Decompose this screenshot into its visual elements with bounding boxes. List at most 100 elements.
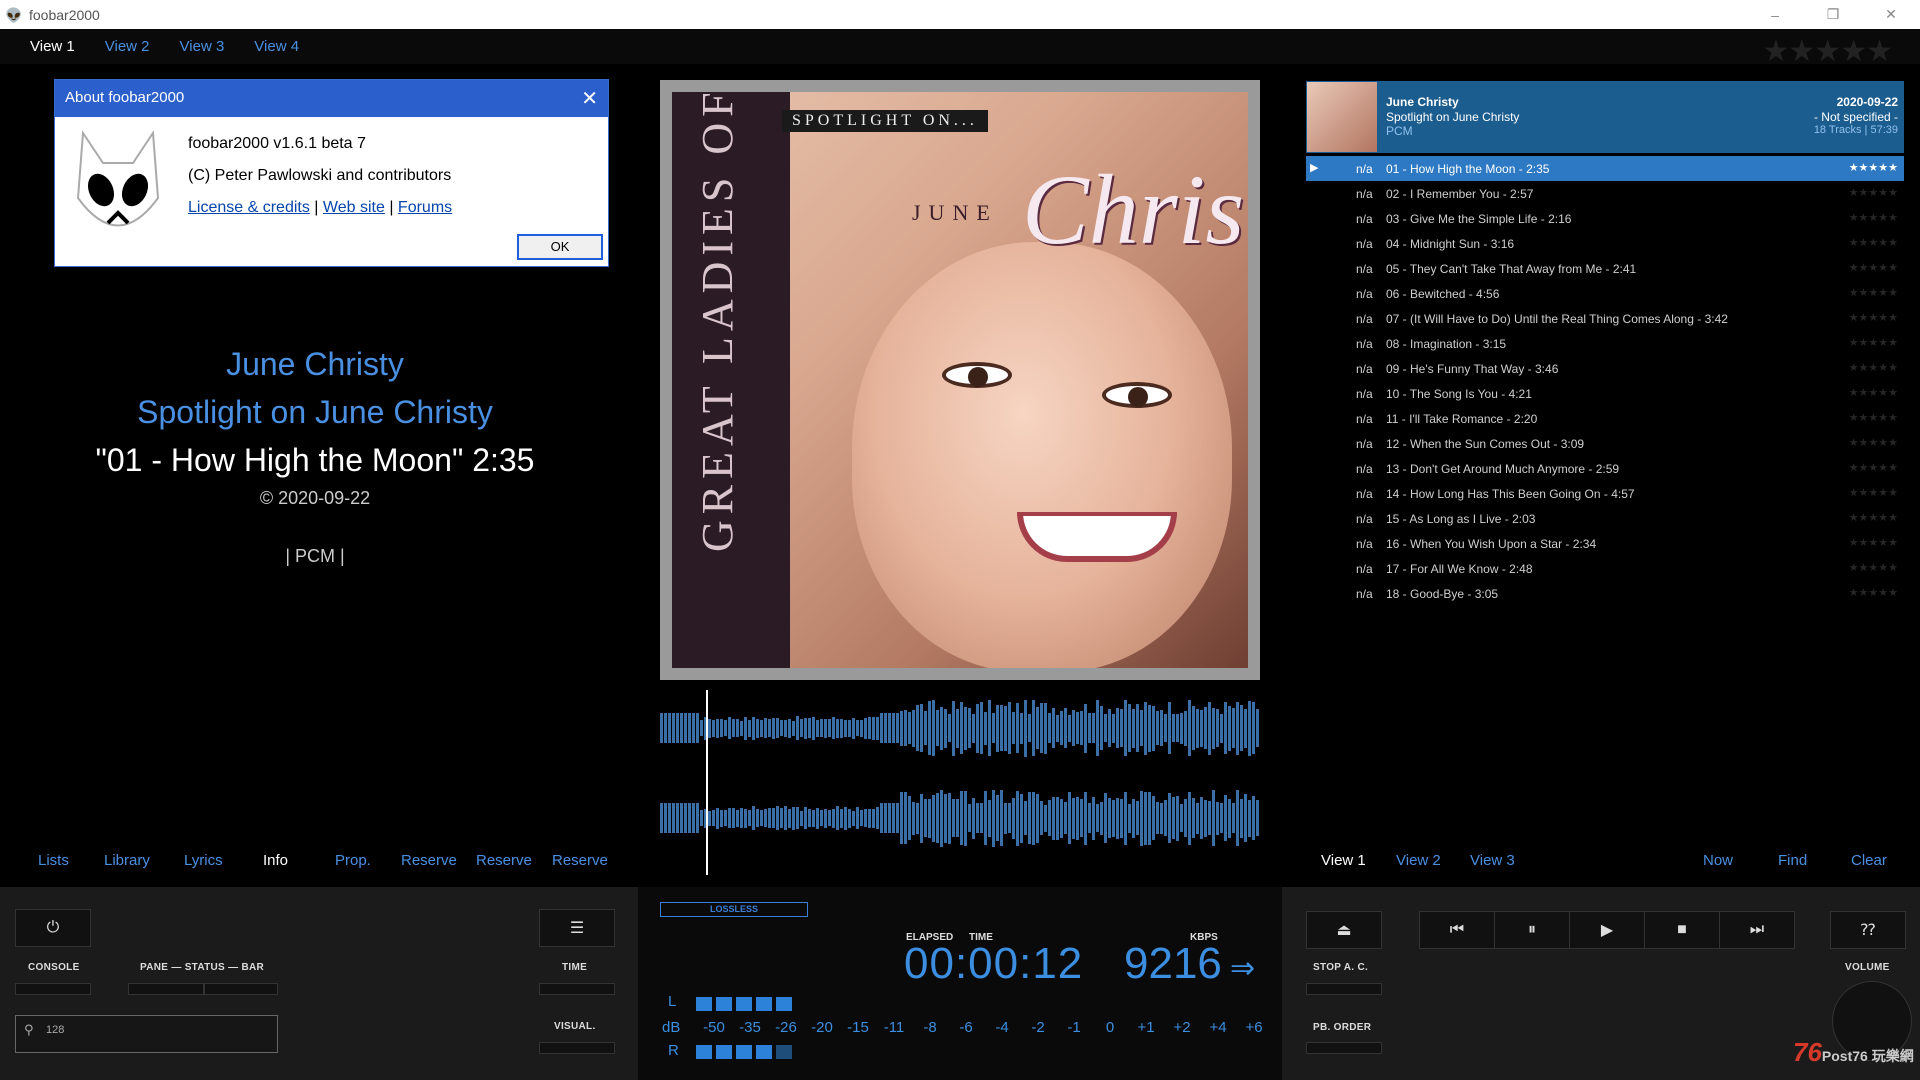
waveform-seekbar[interactable]	[660, 690, 1260, 875]
tab-reserve-1[interactable]: Reserve	[401, 852, 457, 869]
playlist-row-title: 07 - (It Will Have to Do) Until the Real…	[1386, 312, 1728, 326]
tab-view-3[interactable]: View 3	[180, 38, 225, 55]
console-toggle[interactable]	[15, 983, 91, 995]
close-button[interactable]: ✕	[1862, 0, 1920, 29]
pane-toggle[interactable]	[128, 983, 204, 995]
status-bar-toggle[interactable]	[204, 983, 278, 995]
tab-right-view-2[interactable]: View 2	[1396, 852, 1441, 869]
playlist-row[interactable]: n/a 18 - Good-Bye - 3:05 ★★★★★	[1306, 581, 1904, 606]
playlist-row[interactable]: n/a 05 - They Can't Take That Away from M…	[1306, 256, 1904, 281]
search-input[interactable]: ⚲ 128	[15, 1015, 278, 1053]
control-bar: ⏻ CONSOLE PANE — STATUS — BAR ⚲ 128 ☰ TI…	[0, 887, 1920, 1080]
tab-right-view-3[interactable]: View 3	[1470, 852, 1515, 869]
playlist-row[interactable]: n/a 14 - How Long Has This Been Going On …	[1306, 481, 1904, 506]
tab-reserve-2[interactable]: Reserve	[476, 852, 532, 869]
rating-stars[interactable]: ★★★★★	[1849, 311, 1898, 324]
playlist-row[interactable]: n/a 06 - Bewitched - 4:56 ★★★★★	[1306, 281, 1904, 306]
foobar-window: 👽 foobar2000 – ❐ ✕ View 1 View 2 View 3 …	[0, 0, 1920, 1080]
playlist-group-header[interactable]: June Christy Spotlight on June Christy P…	[1306, 81, 1904, 153]
now-button[interactable]: Now	[1703, 852, 1733, 869]
find-button[interactable]: Find	[1778, 852, 1807, 869]
playlist-row[interactable]: n/a 07 - (It Will Have to Do) Until the R…	[1306, 306, 1904, 331]
waveform-bar	[1048, 800, 1051, 836]
tab-lyrics[interactable]: Lyrics	[184, 852, 223, 869]
stop-icon: ■	[1677, 921, 1687, 938]
left-panel-tabs: Lists Library Lyrics Info Prop. Reserve …	[0, 852, 640, 874]
rating-stars[interactable]: ★★★★★	[1849, 211, 1898, 224]
tab-info[interactable]: Info	[263, 852, 288, 869]
license-credits-link[interactable]: License & credits	[188, 199, 310, 216]
playlist-row[interactable]: n/a 02 - I Remember You - 2:57 ★★★★★	[1306, 181, 1904, 206]
ok-button[interactable]: OK	[517, 234, 603, 260]
tab-view-1[interactable]: View 1	[30, 38, 75, 55]
rating-stars[interactable]: ★★★★★	[1849, 361, 1898, 374]
restore-button[interactable]: ❐	[1804, 0, 1862, 29]
about-close-button[interactable]: ✕	[581, 86, 598, 111]
rating-stars[interactable]: ★★★★★	[1763, 34, 1893, 69]
website-link[interactable]: Web site	[323, 199, 385, 216]
waveform-bar	[760, 810, 763, 826]
db-scale-tick: -4	[995, 1019, 1009, 1036]
rating-stars[interactable]: ★★★★★	[1849, 261, 1898, 274]
stop-after-current-toggle[interactable]	[1306, 983, 1382, 995]
meter-left-bar	[696, 997, 796, 1011]
play-button[interactable]: ▶	[1569, 911, 1645, 949]
tab-right-view-1[interactable]: View 1	[1321, 852, 1366, 869]
rating-stars[interactable]: ★★★★★	[1849, 461, 1898, 474]
rating-stars[interactable]: ★★★★★	[1849, 236, 1898, 249]
rating-stars[interactable]: ★★★★★	[1849, 511, 1898, 524]
rating-stars[interactable]: ★★★★★	[1849, 536, 1898, 549]
meter-segment	[736, 1045, 752, 1059]
playlist-row[interactable]: n/a 11 - I'll Take Romance - 2:20 ★★★★★	[1306, 406, 1904, 431]
rating-stars[interactable]: ★★★★★	[1849, 411, 1898, 424]
waveform-bar	[716, 807, 719, 829]
bitrate-value: 9216	[1124, 939, 1222, 988]
menu-button[interactable]: ☰	[539, 909, 615, 947]
help-button[interactable]: ⁇	[1830, 911, 1906, 949]
playlist-row[interactable]: n/a 09 - He's Funny That Way - 3:46 ★★★★★	[1306, 356, 1904, 381]
power-button[interactable]: ⏻	[15, 909, 91, 947]
playlist-row[interactable]: n/a 16 - When You Wish Upon a Star - 2:34…	[1306, 531, 1904, 556]
rating-stars[interactable]: ★★★★★	[1849, 561, 1898, 574]
waveform-bar	[672, 713, 675, 743]
rating-stars[interactable]: ★★★★★	[1849, 386, 1898, 399]
previous-button[interactable]: ⏮	[1419, 911, 1495, 949]
playlist-row[interactable]: n/a 12 - When the Sun Comes Out - 3:09 ★★★…	[1306, 431, 1904, 456]
playback-order-toggle[interactable]	[1306, 1042, 1382, 1054]
rating-stars[interactable]: ★★★★★	[1849, 286, 1898, 299]
rating-stars[interactable]: ★★★★★	[1849, 161, 1898, 174]
playlist-row[interactable]: ▶ n/a 01 - How High the Moon - 2:35 ★★★★★	[1306, 156, 1904, 181]
visual-toggle[interactable]	[539, 1042, 615, 1054]
waveform-bar	[804, 807, 807, 829]
rating-stars[interactable]: ★★★★★	[1849, 436, 1898, 449]
playback-cursor[interactable]	[706, 690, 708, 875]
tab-view-4[interactable]: View 4	[254, 38, 299, 55]
next-button[interactable]: ⏭	[1719, 911, 1795, 949]
playlist-row[interactable]: n/a 17 - For All We Know - 2:48 ★★★★★	[1306, 556, 1904, 581]
tab-library[interactable]: Library	[104, 852, 150, 869]
minimize-button[interactable]: –	[1746, 0, 1804, 29]
playlist-row[interactable]: n/a 15 - As Long as I Live - 2:03 ★★★★★	[1306, 506, 1904, 531]
eject-button[interactable]: ⏏	[1306, 911, 1382, 949]
rating-stars[interactable]: ★★★★★	[1849, 186, 1898, 199]
time-toggle[interactable]	[539, 983, 615, 995]
stop-button[interactable]: ■	[1644, 911, 1720, 949]
waveform-bar	[864, 809, 867, 827]
playlist-row[interactable]: n/a 10 - The Song Is You - 4:21 ★★★★★	[1306, 381, 1904, 406]
playlist-row[interactable]: n/a 08 - Imagination - 3:15 ★★★★★	[1306, 331, 1904, 356]
tab-view-2[interactable]: View 2	[105, 38, 150, 55]
waveform-bar	[1000, 705, 1003, 751]
db-scale-tick: +6	[1245, 1019, 1263, 1036]
rating-stars[interactable]: ★★★★★	[1849, 486, 1898, 499]
playlist-row[interactable]: n/a 13 - Don't Get Around Much Anymore - …	[1306, 456, 1904, 481]
tab-lists[interactable]: Lists	[38, 852, 69, 869]
playlist-row[interactable]: n/a 04 - Midnight Sun - 3:16 ★★★★★	[1306, 231, 1904, 256]
tab-prop[interactable]: Prop.	[335, 852, 371, 869]
tab-reserve-3[interactable]: Reserve	[552, 852, 608, 869]
rating-stars[interactable]: ★★★★★	[1849, 586, 1898, 599]
clear-button[interactable]: Clear	[1851, 852, 1887, 869]
forums-link[interactable]: Forums	[398, 199, 452, 216]
pause-button[interactable]: ⏸	[1494, 911, 1570, 949]
rating-stars[interactable]: ★★★★★	[1849, 336, 1898, 349]
playlist-row[interactable]: n/a 03 - Give Me the Simple Life - 2:16 ★★…	[1306, 206, 1904, 231]
